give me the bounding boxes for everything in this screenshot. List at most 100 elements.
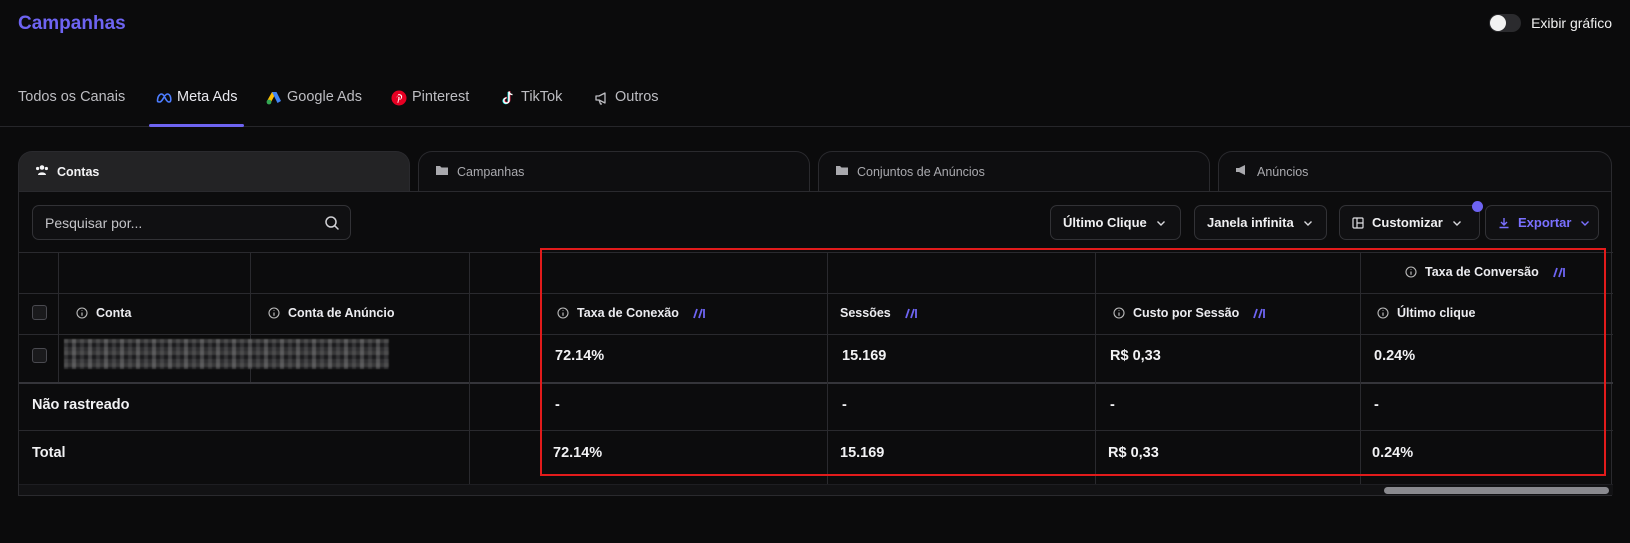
redacted-account-name [64,339,389,369]
tab-todos-os-canais[interactable]: Todos os Canais [18,78,125,126]
search-box[interactable] [32,205,351,240]
col-header-custo-sessao[interactable]: Custo por Sessão [1113,306,1267,320]
cell-custo-sessao: - [1110,397,1115,413]
level-tabs: Contas Campanhas Conjuntos de Anúncios A… [18,151,1612,191]
tab-label: Outros [615,89,659,105]
folder-icon [835,164,849,179]
chart-toggle-group: Exibir gráfico [1489,14,1612,32]
chevron-down-icon [1451,217,1463,229]
tab-google-ads[interactable]: Google Ads [266,78,362,126]
cell-taxa-conexao: 72.14% [555,348,605,364]
select-all-checkbox[interactable] [32,305,47,320]
google-ads-icon [266,90,282,106]
col-label: Conta de Anúncio [288,306,395,320]
col-header-taxa-conexao[interactable]: Taxa de Conexão [557,306,707,320]
layout-icon [1352,216,1364,229]
users-icon [35,164,49,179]
cell-sessoes: 15.169 [842,348,887,364]
channel-tabs: Todos os Canais Meta Ads Google Ads Pint… [0,78,1630,127]
col-label: Taxa de Conexão [577,306,679,320]
row-divider [19,382,1613,384]
meta-icon [156,90,172,106]
chart-toggle-label[interactable]: Exibir gráfico [1531,15,1612,31]
megaphone-icon [594,90,610,106]
cell-ultimo-clique: 0.24% [1374,348,1416,364]
info-icon[interactable] [1377,307,1389,319]
col-divider [58,252,59,382]
search-icon[interactable] [324,215,340,231]
row-checkbox[interactable] [32,348,47,363]
tab-label: Todos os Canais [18,89,126,105]
cell-sessoes: - [842,397,847,413]
chevron-down-icon [1579,217,1591,229]
scrollbar-thumb[interactable] [1384,487,1609,494]
attribution-dropdown[interactable]: Último Clique [1050,205,1181,240]
tab-tiktok[interactable]: TikTok [500,78,562,126]
export-label: Exportar [1518,215,1572,230]
tab-label: Anúncios [1257,164,1309,179]
download-icon [1498,217,1510,229]
window-label: Janela infinita [1207,215,1294,230]
brand-mark-icon [1253,307,1267,319]
row-divider [19,334,1613,335]
cell-custo-sessao: R$ 0,33 [1110,348,1161,364]
col-label: Último clique [1397,306,1476,320]
info-icon[interactable] [1113,307,1125,319]
search-input[interactable] [33,206,350,239]
info-icon[interactable] [76,307,88,319]
info-icon[interactable] [1405,266,1417,278]
col-label: Custo por Sessão [1133,306,1240,320]
tab-meta-ads[interactable]: Meta Ads [148,78,245,127]
tab-label: Pinterest [412,89,470,105]
attribution-label: Último Clique [1063,215,1147,230]
col-header-ultimo-clique[interactable]: Último clique [1377,306,1475,320]
customize-label: Customizar [1372,215,1443,230]
tab-label: Meta Ads [177,89,238,105]
info-icon[interactable] [557,307,569,319]
row-divider [19,293,1613,294]
cell-ultimo-clique: 0.24% [1372,445,1414,461]
tab-label: Google Ads [287,89,362,105]
cell-taxa-conexao: - [555,397,560,413]
cell-custo-sessao: R$ 0,33 [1108,445,1159,461]
tab-campanhas[interactable]: Campanhas [418,151,810,191]
table-panel: Último Clique Janela infinita Customizar… [18,191,1613,496]
chart-toggle[interactable] [1489,14,1522,32]
brand-mark-icon [1552,266,1567,278]
pinterest-icon [391,90,407,106]
group-header-label: Taxa de Conversão [1425,265,1539,279]
row-label-nao-rastreado: Não rastreado [32,397,130,413]
window-dropdown[interactable]: Janela infinita [1194,205,1327,240]
toggle-knob [1490,15,1507,31]
group-header-taxa-conversao: Taxa de Conversão [1405,265,1567,279]
tab-conjuntos[interactable]: Conjuntos de Anúncios [818,151,1210,191]
brand-mark-icon [904,307,919,319]
col-divider [827,252,828,485]
top-bar: Campanhas Exibir gráfico [0,0,1630,60]
export-button[interactable]: Exportar [1485,205,1599,240]
info-icon[interactable] [268,307,280,319]
col-label: Conta [96,306,132,320]
horizontal-scrollbar[interactable] [19,484,1613,495]
tab-pinterest[interactable]: Pinterest [391,78,469,126]
tab-label: Conjuntos de Anúncios [857,164,985,179]
customize-button[interactable]: Customizar [1339,201,1483,240]
tab-anuncios[interactable]: Anúncios [1218,151,1612,191]
row-divider [19,252,1613,253]
chevron-down-icon [1302,217,1314,229]
row-divider [19,430,1613,431]
page-title: Campanhas [18,13,126,34]
col-divider [469,252,470,485]
col-divider [1360,252,1361,485]
col-header-sessoes[interactable]: Sessões [840,306,919,320]
col-header-conta[interactable]: Conta [76,306,131,320]
tab-label: Contas [57,164,100,179]
tiktok-icon [500,90,516,106]
cell-taxa-conexao: 72.14% [553,445,603,461]
tab-label: TikTok [521,89,563,105]
col-header-conta-anuncio[interactable]: Conta de Anúncio [268,306,394,320]
notification-dot [1472,201,1483,212]
tab-contas[interactable]: Contas [18,151,410,191]
col-divider [1095,252,1096,485]
tab-outros[interactable]: Outros [594,78,659,126]
